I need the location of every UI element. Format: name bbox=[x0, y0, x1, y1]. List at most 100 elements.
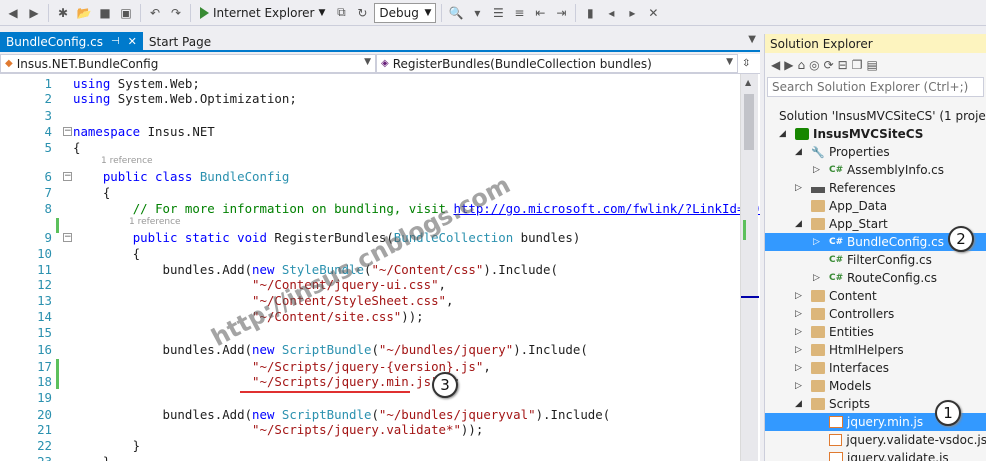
sync-icon[interactable]: ◎ bbox=[809, 58, 819, 72]
collapse-icon[interactable]: ◢ bbox=[795, 219, 802, 229]
expand-icon[interactable]: ▷ bbox=[795, 327, 802, 337]
js-file-icon bbox=[829, 452, 843, 461]
prev-bookmark-icon[interactable]: ◂ bbox=[602, 3, 620, 23]
line-number: 17 bbox=[37, 359, 52, 374]
scroll-up-icon[interactable]: ▲ bbox=[745, 78, 751, 87]
bookmark-icon[interactable]: ▮ bbox=[581, 3, 599, 23]
tab-label: Start Page bbox=[148, 34, 212, 49]
expand-icon[interactable]: ▷ bbox=[795, 291, 802, 301]
tab-overflow-icon[interactable]: ▼ bbox=[748, 34, 756, 45]
collapse-all-icon[interactable]: ⊟ bbox=[838, 58, 848, 72]
refresh-icon[interactable]: ↻ bbox=[353, 3, 371, 23]
change-marker bbox=[743, 220, 746, 240]
codelens-references[interactable]: 1 reference bbox=[129, 217, 181, 228]
properties-icon[interactable]: ▤ bbox=[866, 58, 877, 72]
member-dropdown[interactable]: ◈ RegisterBundles(BundleCollection bundl… bbox=[376, 54, 738, 73]
code-line: 7 { bbox=[0, 185, 740, 200]
tab-label: BundleConfig.cs bbox=[6, 34, 103, 49]
tree-item-htmlhelpers[interactable]: ▷ HtmlHelpers bbox=[765, 341, 986, 359]
collapse-icon[interactable]: − bbox=[63, 233, 72, 242]
solution-configuration-select[interactable]: Debug ▼ bbox=[374, 2, 437, 23]
undo-icon[interactable]: ↶ bbox=[146, 3, 164, 23]
show-all-files-icon[interactable]: ❐ bbox=[852, 58, 863, 72]
save-icon[interactable]: ■ bbox=[96, 3, 114, 23]
tree-item-label: jquery.min.js bbox=[847, 415, 924, 429]
tree-item-properties[interactable]: ◢ 🔧 Properties bbox=[765, 143, 986, 161]
tree-item-references[interactable]: ▷ References bbox=[765, 179, 986, 197]
tree-item-models[interactable]: ▷ Models bbox=[765, 377, 986, 395]
tree-item-content[interactable]: ▷ Content bbox=[765, 287, 986, 305]
js-file-icon bbox=[829, 434, 843, 446]
tree-item-app-data[interactable]: App_Data bbox=[765, 197, 986, 215]
tab-start-page[interactable]: Start Page bbox=[143, 32, 217, 51]
solution-explorer-title: Solution Explorer bbox=[765, 34, 986, 53]
tree-item-interfaces[interactable]: ▷ Interfaces bbox=[765, 359, 986, 377]
editor-vertical-scrollbar[interactable]: ▲ bbox=[740, 74, 759, 461]
comment-icon[interactable]: ☰ bbox=[489, 3, 507, 23]
code-line: 20 bundles.Add(new ScriptBundle("~/bundl… bbox=[0, 407, 740, 422]
redo-icon[interactable]: ↷ bbox=[167, 3, 185, 23]
expand-icon[interactable]: ▷ bbox=[813, 273, 820, 283]
back-icon[interactable]: ◀ bbox=[771, 58, 780, 72]
new-project-icon[interactable]: ✱ bbox=[54, 3, 72, 23]
line-number: 16 bbox=[37, 342, 52, 357]
expand-icon[interactable]: ▷ bbox=[795, 345, 802, 355]
tree-item-jquery-validate[interactable]: jquery.validate.js bbox=[765, 449, 986, 461]
collapse-icon[interactable]: ◢ bbox=[795, 399, 802, 409]
toolbar-divider bbox=[48, 3, 49, 22]
browser-link-icon[interactable]: ⧉ bbox=[332, 3, 350, 23]
callout-2: 2 bbox=[948, 226, 974, 252]
toolbar-divider bbox=[190, 3, 191, 22]
caret-position-marker bbox=[741, 296, 759, 298]
open-folder-icon[interactable]: 📂 bbox=[75, 3, 93, 23]
indent-icon[interactable]: ⇥ bbox=[552, 3, 570, 23]
tree-item-routeconfig[interactable]: ▷ C# RouteConfig.cs bbox=[765, 269, 986, 287]
tree-item-solution[interactable]: Solution 'InsusMVCSiteCS' (1 project) bbox=[765, 107, 986, 125]
expand-icon[interactable]: ▷ bbox=[795, 381, 802, 391]
solution-explorer-search-input[interactable]: Search Solution Explorer (Ctrl+;) bbox=[767, 77, 984, 97]
codelens-references[interactable]: 1 reference bbox=[101, 156, 153, 167]
expand-icon[interactable]: ▷ bbox=[795, 183, 802, 193]
type-dropdown[interactable]: ◆ Insus.NET.BundleConfig ▼ bbox=[0, 54, 376, 73]
uncomment-icon[interactable]: ≡ bbox=[510, 3, 528, 23]
tree-item-filterconfig[interactable]: C# FilterConfig.cs bbox=[765, 251, 986, 269]
toolbar-overflow-icon[interactable]: ▾ bbox=[468, 3, 486, 23]
scroll-thumb[interactable] bbox=[744, 94, 754, 150]
tree-item-project[interactable]: ◢ InsusMVCSiteCS bbox=[765, 125, 986, 143]
expand-icon[interactable]: ▷ bbox=[795, 363, 802, 373]
pin-icon[interactable]: ⊣ bbox=[111, 36, 120, 47]
expand-icon[interactable]: ▷ bbox=[813, 237, 820, 247]
code-line: 2 using System.Web.Optimization; bbox=[0, 91, 740, 106]
tree-item-label: InsusMVCSiteCS bbox=[813, 127, 924, 141]
tab-bundleconfig[interactable]: BundleConfig.cs ⊣ ✕ bbox=[0, 32, 143, 51]
tree-item-jquery-validate-vsdoc[interactable]: jquery.validate-vsdoc.js bbox=[765, 431, 986, 449]
method-icon: ◈ bbox=[381, 58, 389, 69]
pending-changes-icon[interactable]: ⟳ bbox=[824, 58, 834, 72]
csharp-file-icon: C# bbox=[829, 237, 844, 247]
outdent-icon[interactable]: ⇤ bbox=[531, 3, 549, 23]
start-debugging-button[interactable]: Internet Explorer ▼ bbox=[196, 3, 329, 23]
home-icon[interactable]: ⌂ bbox=[797, 58, 805, 72]
forward-icon[interactable]: ▶ bbox=[784, 58, 793, 72]
next-bookmark-icon[interactable]: ▸ bbox=[623, 3, 641, 23]
collapse-icon[interactable]: − bbox=[63, 127, 72, 136]
collapse-icon[interactable]: − bbox=[63, 172, 72, 181]
folder-icon bbox=[811, 380, 825, 392]
back-icon[interactable]: ◀ bbox=[4, 3, 22, 23]
collapse-icon[interactable]: ◢ bbox=[779, 129, 786, 139]
forward-icon[interactable]: ▶ bbox=[25, 3, 43, 23]
tree-item-controllers[interactable]: ▷ Controllers bbox=[765, 305, 986, 323]
find-icon[interactable]: 🔍 bbox=[447, 3, 465, 23]
save-all-icon[interactable]: ▣ bbox=[117, 3, 135, 23]
tree-item-assemblyinfo[interactable]: ▷ C# AssemblyInfo.cs bbox=[765, 161, 986, 179]
split-icon[interactable]: ⇳ bbox=[738, 54, 760, 73]
code-editor[interactable]: 1 using System.Web; 2 using System.Web.Opt… bbox=[0, 74, 760, 461]
collapse-icon[interactable]: ◢ bbox=[795, 147, 802, 157]
tree-item-label: Controllers bbox=[829, 307, 895, 321]
expand-icon[interactable]: ▷ bbox=[813, 165, 820, 175]
expand-icon[interactable]: ▷ bbox=[795, 309, 802, 319]
close-icon[interactable]: ✕ bbox=[128, 35, 137, 48]
tree-item-entities[interactable]: ▷ Entities bbox=[765, 323, 986, 341]
clear-bookmarks-icon[interactable]: ✕ bbox=[644, 3, 662, 23]
code-line: 3 bbox=[0, 108, 740, 123]
